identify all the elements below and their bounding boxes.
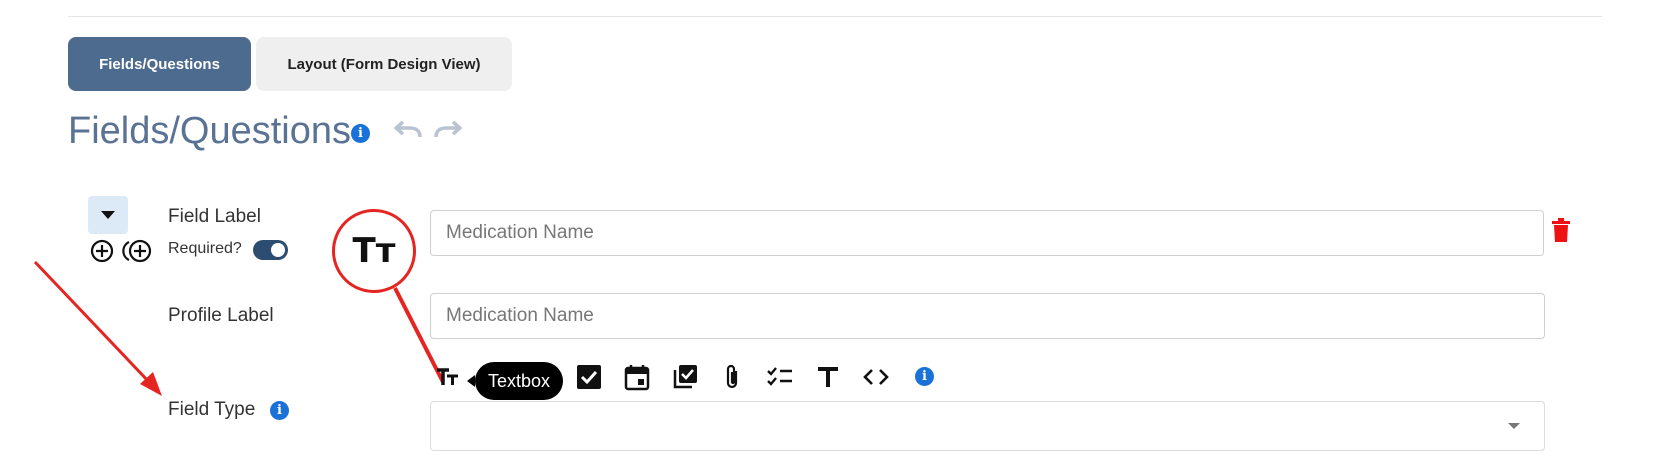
chevron-down-icon bbox=[1508, 423, 1520, 429]
checkbox-icon[interactable] bbox=[575, 363, 603, 391]
field-type-help-icon[interactable]: i bbox=[915, 367, 934, 386]
attachment-icon[interactable] bbox=[718, 363, 746, 391]
checklist-icon[interactable] bbox=[766, 363, 794, 391]
textbox-tooltip: Textbox bbox=[466, 362, 564, 400]
text-icon[interactable] bbox=[814, 363, 842, 391]
textbox-icon-callout: Tт bbox=[332, 209, 416, 293]
field-type-select[interactable] bbox=[430, 401, 1545, 451]
textbox-icon[interactable] bbox=[434, 363, 462, 391]
code-icon[interactable] bbox=[862, 363, 890, 391]
calendar-icon[interactable] bbox=[623, 363, 651, 391]
multi-checkbox-icon[interactable] bbox=[671, 363, 699, 391]
